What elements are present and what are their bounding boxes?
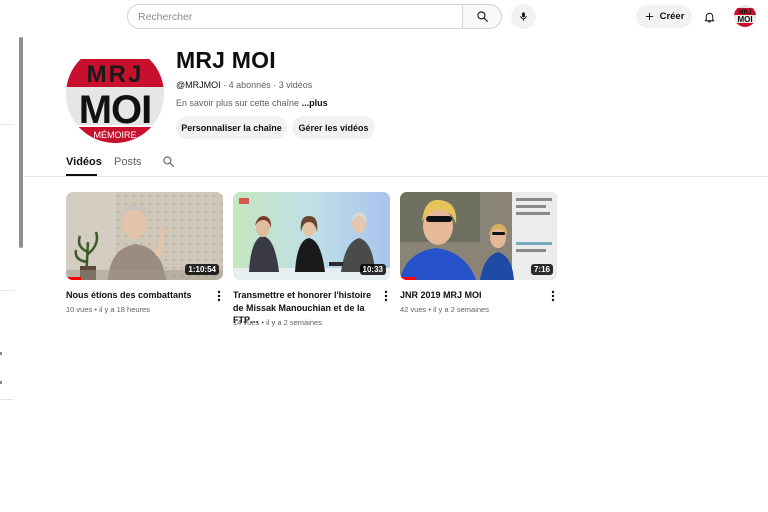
search-icon [476,11,488,22]
notifications-button[interactable] [698,5,721,28]
more-vert-icon [551,290,555,302]
tab-posts[interactable]: Posts [114,156,142,168]
video-thumbnail[interactable]: 10:33 [233,192,390,280]
more-vert-icon [217,290,221,302]
video-card: 7:16 JNR 2019 MRJ MOI 42 vues • il y a 2… [400,192,557,314]
search-input[interactable] [127,4,462,29]
search-button[interactable] [462,4,502,29]
watch-progress [66,277,81,280]
plus-icon [645,12,653,21]
video-card: 10:33 Transmettre et honorer l'histoire … [233,192,390,327]
account-avatar[interactable]: MRJ MOI [734,5,756,27]
video-duration: 7:16 [530,264,553,275]
video-more-button[interactable] [548,288,558,304]
voice-search-button[interactable] [511,4,536,29]
video-meta: 10 vues • il y a 18 heures [66,305,150,314]
logo-text-main: MOI [79,88,152,132]
search-bar [127,4,502,29]
sidebar-fragment [0,381,2,384]
search-icon [163,156,174,167]
sidebar-divider [0,290,14,291]
logo-text-band: MÉMOIRE [93,130,136,140]
video-views: 42 vues [400,305,427,314]
bell-icon [704,12,715,22]
video-age: il y a 2 semaines [433,305,489,314]
video-title[interactable]: Nous étions des combattants [66,289,212,302]
video-count: 3 vidéos [278,80,313,90]
more-vert-icon [384,290,388,302]
channel-logo: MRJ MOI MÉMOIRE [66,45,164,143]
video-age: il y a 18 heures [99,305,150,314]
manage-videos-button[interactable]: Gérer les vidéos [292,116,375,139]
video-more-button[interactable] [214,288,224,304]
channel-handle: @MRJMOI [176,80,221,90]
video-more-button[interactable] [381,288,391,304]
logo-text-top: MRJ [87,61,144,88]
sidebar-fragment [0,352,2,355]
create-button[interactable]: Créer [636,5,692,28]
channel-meta: @MRJMOI · 4 abonnés · 3 vidéos [176,80,312,90]
video-thumbnail[interactable]: 7:16 [400,192,557,280]
sidebar-divider [0,399,14,400]
video-duration: 1:10:54 [185,264,219,275]
video-views: 14 vues [233,318,260,327]
subscriber-count: 4 abonnés [228,80,271,90]
channel-avatar[interactable]: MRJ MOI MÉMOIRE [66,45,164,143]
mic-icon [520,12,527,21]
svg-text:MOI: MOI [737,15,752,24]
watch-progress [400,277,415,280]
tab-videos[interactable]: Vidéos [66,156,102,168]
channel-logo-small: MRJMOI [734,5,756,27]
channel-search-button[interactable] [162,155,175,173]
video-views: 10 vues [66,305,93,314]
customize-channel-button[interactable]: Personnaliser la chaîne [176,116,287,139]
tabs-divider [24,176,768,177]
scrollbar-thumb[interactable] [19,37,23,248]
sidebar-divider [0,124,14,125]
create-label: Créer [659,11,685,22]
video-meta: 14 vues • il y a 2 semaines [233,318,322,327]
channel-about-link[interactable]: En savoir plus sur cette chaîne ...plus [176,98,328,108]
channel-name: MRJ MOI [176,47,276,73]
video-age: il y a 2 semaines [266,318,322,327]
video-thumbnail[interactable]: 1:10:54 [66,192,223,280]
video-meta: 42 vues • il y a 2 semaines [400,305,489,314]
video-duration: 10:33 [359,264,386,275]
about-text: En savoir plus sur cette chaîne [176,98,300,108]
video-title[interactable]: JNR 2019 MRJ MOI [400,289,546,302]
about-more: ...plus [301,98,328,108]
video-card: 1:10:54 Nous étions des combattants 10 v… [66,192,223,314]
